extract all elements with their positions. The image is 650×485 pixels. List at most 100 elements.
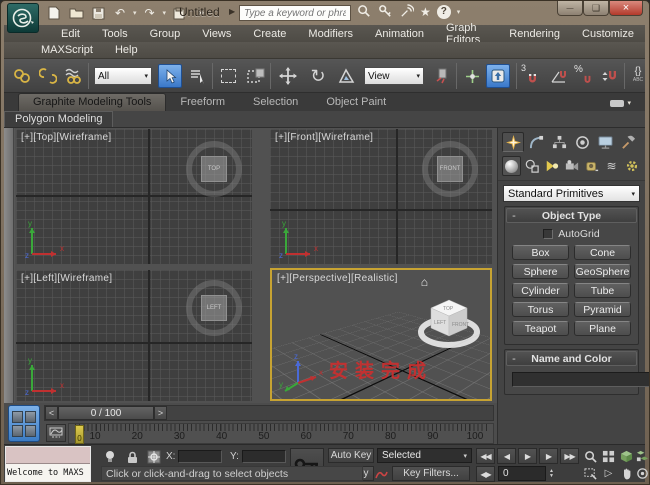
object-type-rollout-header[interactable]: - Object Type	[506, 208, 637, 223]
menu-maxscript[interactable]: MAXScript	[30, 44, 104, 56]
tab-display[interactable]	[594, 132, 616, 152]
viewport-perspective-label[interactable]: [+][Perspective][Realistic]	[277, 273, 398, 284]
selection-set-dropdown[interactable]: Selected ▾	[377, 448, 472, 463]
select-and-link-button[interactable]	[10, 64, 34, 88]
undo-button[interactable]: ↶	[111, 4, 129, 22]
select-and-rotate-button[interactable]: ↻	[306, 64, 330, 88]
select-by-name-button[interactable]	[186, 64, 210, 88]
pan-view-button[interactable]	[618, 465, 635, 481]
viewport-perspective[interactable]: [+][Perspective][Realistic] ⌂ TOP LEFT F…	[270, 268, 492, 401]
object-type-torus[interactable]: Torus	[512, 302, 569, 317]
default-in-out-tangents-button[interactable]	[374, 466, 389, 482]
ribbon-tab-object-paint[interactable]: Object Paint	[312, 94, 400, 111]
ribbon-panel-polygon-modeling[interactable]: Polygon Modeling	[4, 111, 114, 127]
key-mode-toggle-button[interactable]: ◀▶	[476, 466, 495, 482]
object-type-pyramid[interactable]: Pyramid	[574, 302, 631, 317]
time-slider-track[interactable]: < 0 / 100 >	[44, 405, 494, 421]
object-category-dropdown[interactable]: Standard Primitives ▾	[503, 185, 640, 202]
viewcube-left[interactable]: LEFT	[186, 280, 242, 336]
window-crossing-toggle-button[interactable]	[244, 64, 268, 88]
frame-spinner[interactable]: ▲ ▼	[547, 466, 556, 481]
tab-hierarchy[interactable]	[548, 132, 570, 152]
selection-filter-dropdown[interactable]: All ▾	[94, 67, 152, 85]
viewcube-front[interactable]: FRONT	[422, 141, 478, 197]
minimize-button[interactable]: —	[557, 1, 583, 16]
zoom-extents-button[interactable]	[618, 448, 635, 464]
category-cameras[interactable]	[562, 156, 581, 176]
object-name-input[interactable]	[512, 372, 649, 387]
ribbon-tab-selection[interactable]: Selection	[239, 94, 312, 111]
y-coordinate-field[interactable]	[242, 450, 286, 463]
isolate-selection-toggle[interactable]	[101, 449, 119, 465]
object-type-plane[interactable]: Plane	[574, 321, 631, 336]
tab-create[interactable]	[502, 132, 524, 152]
viewport-front-label[interactable]: [+][Front][Wireframe]	[275, 132, 373, 143]
category-shapes[interactable]	[522, 156, 541, 176]
tab-utilities[interactable]	[617, 132, 639, 152]
category-space-warps[interactable]: ≋	[602, 156, 621, 176]
maximize-button[interactable]: ❑	[583, 1, 609, 16]
track-bar[interactable]: 10 20 30 40 50 60 70 80 90 100 0	[68, 423, 494, 444]
go-to-start-button[interactable]: ◀◀	[476, 448, 495, 464]
object-type-sphere[interactable]: Sphere	[512, 264, 569, 279]
menu-help[interactable]: Help	[104, 44, 149, 56]
current-frame-field[interactable]: 0	[498, 466, 546, 481]
viewcube-perspective[interactable]: TOP LEFT FRONT	[416, 294, 482, 352]
use-pivot-point-center-button[interactable]	[430, 64, 454, 88]
title-flyout-arrow[interactable]: ▶	[229, 7, 235, 16]
auto-key-button[interactable]: Auto Key	[328, 448, 374, 463]
menu-create[interactable]: Create	[242, 28, 297, 40]
listener-macro-pane[interactable]	[6, 447, 90, 464]
zoom-all-button[interactable]	[600, 448, 617, 464]
menu-tools[interactable]: Tools	[91, 28, 139, 40]
object-type-tube[interactable]: Tube	[574, 283, 631, 298]
help-flyout-caret[interactable]: ▾	[457, 8, 461, 16]
menu-animation[interactable]: Animation	[364, 28, 435, 40]
object-type-cylinder[interactable]: Cylinder	[512, 283, 569, 298]
keyboard-shortcut-override-toggle[interactable]	[486, 64, 510, 88]
sign-in-key-icon[interactable]	[378, 4, 393, 19]
close-button[interactable]: ×	[609, 1, 643, 16]
go-to-end-button[interactable]: ▶▶	[560, 448, 579, 464]
key-filters-button[interactable]: Key Filters...	[392, 466, 470, 481]
help-button[interactable]: ?	[436, 4, 451, 19]
category-geometry[interactable]	[502, 156, 521, 176]
time-slider-handle[interactable]: 0 / 100	[58, 406, 154, 420]
object-type-box[interactable]: Box	[512, 245, 569, 260]
maxscript-mini-listener[interactable]: Welcome to MAXS	[5, 446, 91, 482]
autogrid-checkbox[interactable]	[543, 229, 554, 239]
zoom-extents-all-button[interactable]	[634, 448, 649, 464]
undo-flyout-caret[interactable]: ▾	[133, 9, 137, 17]
orbit-button[interactable]	[634, 465, 649, 481]
viewcube-home-icon[interactable]: ⌂	[421, 275, 428, 289]
zoom-region-button[interactable]	[582, 465, 599, 481]
viewport-front[interactable]: [+][Front][Wireframe] FRONT y x z	[270, 129, 492, 264]
search-binoculars-icon[interactable]	[357, 4, 372, 19]
field-of-view-button[interactable]: ▷	[600, 465, 617, 481]
redo-flyout-caret[interactable]: ▾	[163, 9, 167, 17]
previous-frame-nudge-button[interactable]: <	[45, 406, 58, 420]
angle-snap-toggle-button[interactable]	[546, 64, 570, 88]
favorites-star-icon[interactable]: ★	[420, 5, 431, 19]
application-menu-button[interactable]	[7, 3, 39, 33]
selection-lock-toggle[interactable]	[123, 449, 141, 465]
ribbon-tab-graphite-modeling-tools[interactable]: Graphite Modeling Tools	[18, 93, 167, 111]
redo-button[interactable]: ↷	[141, 4, 159, 22]
select-and-move-button[interactable]	[276, 64, 300, 88]
menu-customize[interactable]: Customize	[571, 28, 645, 40]
object-type-teapot[interactable]: Teapot	[512, 321, 569, 336]
menu-modifiers[interactable]: Modifiers	[297, 28, 364, 40]
rectangular-selection-region-button[interactable]	[216, 64, 240, 88]
category-helpers[interactable]	[582, 156, 601, 176]
bind-to-space-warp-button[interactable]	[62, 64, 86, 88]
viewport-layout-tabs-button[interactable]	[8, 405, 40, 442]
infocenter-search-input[interactable]	[239, 5, 351, 21]
viewport-left[interactable]: [+][Left][Wireframe] LEFT y x z	[16, 270, 252, 401]
next-frame-nudge-button[interactable]: >	[154, 406, 167, 420]
viewport-top-label[interactable]: [+][Top][Wireframe]	[21, 132, 111, 143]
save-file-button[interactable]	[89, 4, 107, 22]
x-coordinate-field[interactable]	[178, 450, 222, 463]
next-frame-button[interactable]: ▶	[539, 448, 558, 464]
ribbon-minimize-button[interactable]: ▾	[610, 99, 631, 111]
play-animation-button[interactable]: ▶	[518, 448, 537, 464]
